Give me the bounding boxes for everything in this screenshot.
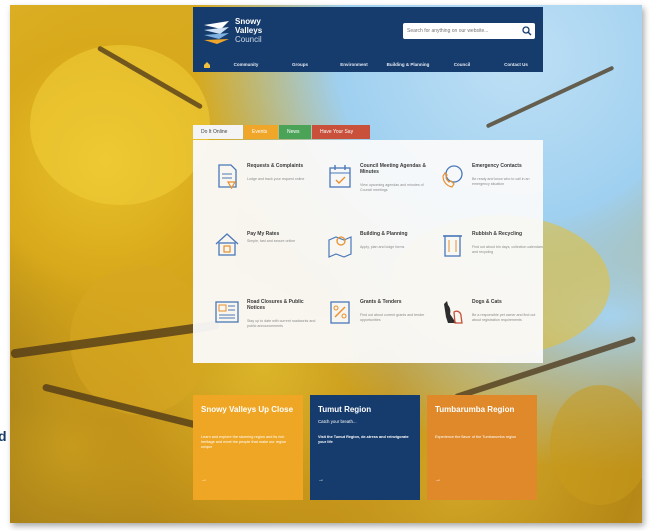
logo-line-3: Council (235, 35, 262, 44)
service-title: Building & Planning (360, 231, 408, 237)
tree-branch (485, 65, 615, 129)
service-title: Grants & Tenders (360, 299, 402, 305)
service-title: Requests & Complaints (247, 163, 304, 169)
card-title: Tumbarumba Region (435, 405, 515, 414)
online-services-panel: Requests & Complaints Lodge and track yo… (193, 140, 543, 363)
service-road-closures[interactable]: Road Closures & Public Notices Stay up t… (213, 298, 323, 358)
service-building-planning[interactable]: Building & Planning Apply, plan and lodg… (326, 230, 436, 290)
cropped-edge-text: d (0, 428, 7, 444)
card-subtitle: Catch your breath... (318, 419, 357, 424)
promo-card-tumbarumba[interactable]: Tumbarumba Region Experience the flavor … (427, 395, 537, 500)
service-requests-complaints[interactable]: Requests & Complaints Lodge and track yo… (213, 162, 323, 222)
card-title: Snowy Valleys Up Close (201, 405, 294, 414)
phone-icon (442, 165, 463, 188)
card-more-link[interactable]: → (435, 477, 441, 483)
nav-item-groups[interactable]: Groups (273, 62, 327, 67)
service-title: Emergency Contacts (472, 163, 522, 169)
nav-item-environment[interactable]: Environment (327, 62, 381, 67)
content-tabs: Do It Online Events News Have Your Say (193, 125, 371, 139)
card-body: Visit the Tumut Region, de-stress and re… (318, 435, 409, 445)
grants-form-icon (330, 301, 350, 324)
service-title: Rubbish & Recycling (472, 231, 523, 237)
card-title: Tumut Region (318, 405, 372, 414)
card-body: Learn and explore the stunning region an… (201, 435, 287, 450)
tab-news[interactable]: News (279, 125, 311, 139)
service-desc: Lodge and track your request online (247, 177, 305, 181)
card-more-link[interactable]: → (201, 477, 207, 483)
service-grants-tenders[interactable]: Grants & Tenders Find out about current … (326, 298, 436, 358)
service-council-meeting[interactable]: Council Meeting Agendas & Minutes View u… (326, 162, 436, 222)
council-logo[interactable]: Snowy Valleys Council (203, 17, 313, 49)
search-box (403, 23, 535, 39)
logo-line-2: Valleys (235, 26, 263, 35)
service-emergency-contacts[interactable]: Emergency Contacts Be ready and know who… (438, 162, 548, 222)
service-desc: Be ready and know who to call in an emer… (472, 177, 530, 186)
bin-icon (443, 235, 462, 257)
service-title: Road Closures & Public Notices (247, 299, 304, 312)
service-rubbish-recycling[interactable]: Rubbish & Recycling Find out about bin d… (438, 230, 548, 290)
tab-events[interactable]: Events (244, 125, 278, 139)
search-input[interactable] (407, 23, 517, 39)
site-header: Snowy Valleys Council Community Groups E… (193, 7, 543, 72)
house-icon (215, 233, 239, 256)
promo-card-tumut[interactable]: Tumut Region Catch your breath... Visit … (310, 395, 420, 500)
service-pay-my-rates[interactable]: Pay My Rates Simple, fast and secure onl… (213, 230, 323, 290)
nav-item-community[interactable]: Community (219, 62, 273, 67)
logo-text: Snowy Valleys Council (235, 17, 262, 44)
main-nav: Community Groups Environment Building & … (193, 57, 543, 72)
tab-do-it-online[interactable]: Do It Online (193, 125, 243, 139)
service-desc: View upcoming agendas and minutes of Cou… (360, 183, 424, 192)
logo-mark-icon (204, 21, 229, 44)
home-icon[interactable] (203, 61, 211, 69)
service-title: Council Meeting Agendas & Minutes (360, 163, 426, 176)
logo-line-1: Snowy (235, 17, 261, 26)
foliage-patch (30, 45, 210, 205)
service-title: Pay My Rates (247, 231, 280, 237)
service-desc: Apply, plan and lodge forms (360, 245, 405, 249)
search-icon[interactable] (522, 26, 532, 36)
service-dogs-cats[interactable]: Dogs & Cats Be a responsible pet owner a… (438, 298, 548, 358)
document-icon (218, 164, 237, 190)
nav-item-council[interactable]: Council (435, 62, 489, 67)
calendar-icon (329, 165, 351, 188)
service-title: Dogs & Cats (472, 299, 502, 305)
service-desc: Stay up to date with current roadworks a… (247, 319, 316, 328)
service-desc: Find out about bin days, collection cale… (472, 245, 543, 254)
service-desc: Simple, fast and secure online (247, 239, 296, 243)
notice-board-icon (215, 301, 239, 323)
service-desc: Be a responsible pet owner and find out … (472, 313, 536, 322)
pets-icon (444, 301, 463, 324)
foliage-patch (550, 385, 642, 505)
promo-card-snowy-valleys[interactable]: Snowy Valleys Up Close Learn and explore… (193, 395, 303, 500)
nav-item-building-planning[interactable]: Building & Planning (381, 62, 435, 67)
tab-have-your-say[interactable]: Have Your Say (312, 125, 370, 139)
card-more-link[interactable]: → (318, 477, 324, 483)
map-pin-icon (328, 236, 352, 258)
service-desc: Find out about current grants and tender… (360, 313, 425, 322)
nav-item-contact-us[interactable]: Contact Us (489, 62, 543, 67)
card-body: Experience the flavor of the Tumbarumba … (435, 435, 517, 439)
